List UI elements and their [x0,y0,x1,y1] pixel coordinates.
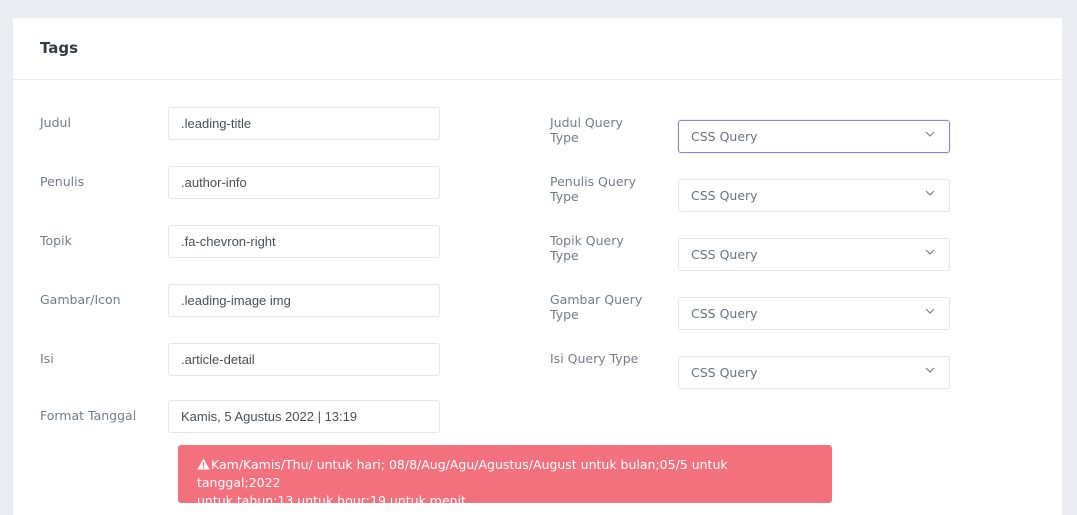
gambar-query-type-label-line2: Type [550,307,579,322]
penulis-query-type-label: Penulis Query Type [550,174,636,204]
isi-input[interactable] [168,343,440,376]
judul-query-type-select[interactable]: CSS Query [678,120,950,153]
isi-query-type-label: Isi Query Type [550,351,638,366]
alert-line2: untuk tahun;13 untuk hour;19 untuk menit [197,493,466,508]
penulis-query-type-label-line1: Penulis Query [550,174,637,189]
warning-icon [197,458,210,470]
judul-query-type-label: Judul Query Type [550,115,623,145]
alert-line1-text: Kam/Kamis/Thu/ untuk hari; 08/8/Aug/Agu/… [197,457,728,490]
penulis-input[interactable] [168,166,440,199]
chevron-down-icon [925,249,935,255]
judul-input[interactable] [168,107,440,140]
judul-query-type-label-line2: Type [550,130,579,145]
topik-query-type-label: Topik Query Type [550,233,624,263]
gambar-query-type-label: Gambar Query Type [550,292,642,322]
gambar-query-type-value: CSS Query [691,306,758,321]
alert-line1: Kam/Kamis/Thu/ untuk hari; 08/8/Aug/Agu/… [197,456,814,492]
judul-label: Judul [40,115,71,130]
card-title: Tags [40,39,79,57]
chevron-down-icon [925,308,935,314]
judul-query-type-value: CSS Query [691,129,758,144]
gambar-label: Gambar/Icon [40,292,121,307]
isi-query-type-value: CSS Query [691,365,758,380]
format-tanggal-input[interactable] [168,400,440,433]
topik-label: Topik [40,233,72,248]
gambar-query-type-select[interactable]: CSS Query [678,297,950,330]
judul-query-type-label-line1: Judul Query [550,115,623,130]
gambar-input[interactable] [168,284,440,317]
card-header: Tags [13,18,1062,80]
penulis-query-type-select[interactable]: CSS Query [678,179,950,212]
gambar-query-type-label-line1: Gambar Query [550,292,643,307]
topik-query-type-label-line2: Type [550,248,579,263]
isi-query-type-select[interactable]: CSS Query [678,356,950,389]
tags-card: Tags Judul Penulis Topik Gambar/Icon Isi… [13,17,1062,515]
topik-query-type-label-line1: Topik Query [550,233,624,248]
topik-query-type-select[interactable]: CSS Query [678,238,950,271]
isi-label: Isi [40,351,54,366]
chevron-down-icon [925,190,935,196]
chevron-down-icon [925,367,935,373]
isi-query-type-label-line1: Isi Query Type [550,351,639,366]
topik-query-type-value: CSS Query [691,247,758,262]
penulis-query-type-label-line2: Type [550,189,579,204]
topik-input[interactable] [168,225,440,258]
format-tanggal-label: Format Tanggal [40,408,137,423]
penulis-label: Penulis [40,174,85,189]
date-format-alert: Kam/Kamis/Thu/ untuk hari; 08/8/Aug/Agu/… [178,445,832,508]
penulis-query-type-value: CSS Query [691,188,758,203]
chevron-down-icon [925,131,935,137]
